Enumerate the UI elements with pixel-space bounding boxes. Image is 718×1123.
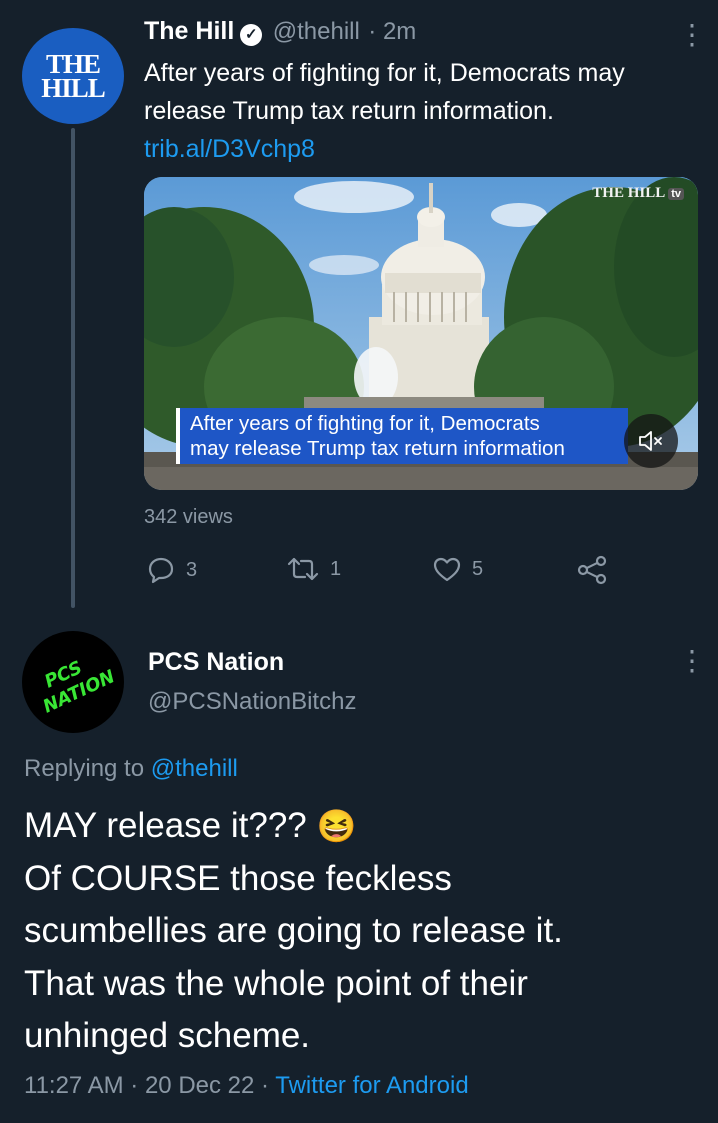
author-name[interactable]: The Hill [144, 17, 234, 45]
retweet-count: 1 [330, 557, 342, 580]
squinting-face-emoji: 😆 [316, 808, 357, 844]
reply-author-name[interactable]: PCS Nation [148, 648, 284, 677]
reply-meta: 11:27 AM · 20 Dec 22 · Twitter for Andro… [24, 1072, 469, 1100]
share-icon [577, 555, 607, 585]
tweet-time[interactable]: · 2m [368, 18, 416, 45]
reply-timestamp: 11:27 AM · 20 Dec 22 · [24, 1072, 270, 1099]
like-button[interactable]: 5 [432, 555, 483, 583]
caption-line2: may release Trump tax return information [190, 437, 565, 460]
reply-source[interactable]: Twitter for Android [275, 1072, 468, 1099]
caption-line1: After years of fighting for it, Democrat… [190, 412, 540, 435]
reply-body: MAY release it??? 😆 Of COURSE those feck… [24, 800, 704, 1063]
like-count: 5 [472, 557, 484, 580]
avatar-pcs-nation[interactable]: PCS NATION [22, 631, 124, 733]
reply-line5: unhinged scheme. [24, 1016, 311, 1055]
reply-line3: scumbellies are going to release it. [24, 911, 563, 950]
reply-count: 3 [186, 558, 198, 581]
video-caption: After years of fighting for it, Democrat… [176, 408, 628, 464]
tweet-body: After years of fighting for it, Democrat… [144, 54, 704, 168]
pcs-nation-logo: PCS NATION [40, 657, 118, 717]
tweet-link[interactable]: trib.al/D3Vchp8 [144, 130, 704, 168]
reply-line4: That was the whole point of their [24, 963, 528, 1003]
avatar-text-line2: HILL [41, 73, 106, 103]
view-count: 342 views [144, 506, 233, 528]
replying-to: Replying to @thehill [24, 755, 238, 783]
reply-line1: MAY release it??? 😆 [24, 800, 704, 853]
more-options-icon[interactable]: ⋮ [678, 21, 706, 49]
muted-speaker-icon [639, 431, 662, 451]
reply-more-options-icon[interactable]: ⋮ [678, 647, 706, 675]
retweet-button[interactable]: 1 [286, 555, 341, 583]
thread-line [71, 128, 75, 608]
author-handle[interactable]: @thehill [273, 18, 360, 45]
retweet-icon [287, 557, 319, 581]
reply-line1-text: MAY release it??? [24, 806, 307, 845]
unmute-button[interactable] [624, 414, 678, 468]
tweet-header: The Hill ✓ @thehill · 2m [144, 17, 416, 46]
heart-icon [433, 557, 461, 582]
avatar-the-hill[interactable]: THE HILL [22, 28, 124, 124]
replying-prefix: Replying to [24, 755, 145, 782]
watermark-badge: tv [668, 188, 684, 200]
reply-icon [148, 557, 174, 584]
reply-button[interactable]: 3 [146, 555, 197, 585]
reply-line2: Of COURSE those feckless [24, 858, 452, 898]
replying-to-handle[interactable]: @thehill [151, 755, 238, 782]
watermark-text: THE HILL [592, 185, 666, 201]
reply-author-handle[interactable]: @PCSNationBitchz [148, 688, 356, 716]
tweet-text-line2: release Trump tax return information. [144, 97, 554, 125]
video-watermark: THE HILL tv [592, 185, 684, 202]
share-button[interactable] [576, 555, 608, 585]
verified-badge-icon: ✓ [240, 23, 263, 46]
tweet-text-line1: After years of fighting for it, Democrat… [144, 59, 625, 87]
